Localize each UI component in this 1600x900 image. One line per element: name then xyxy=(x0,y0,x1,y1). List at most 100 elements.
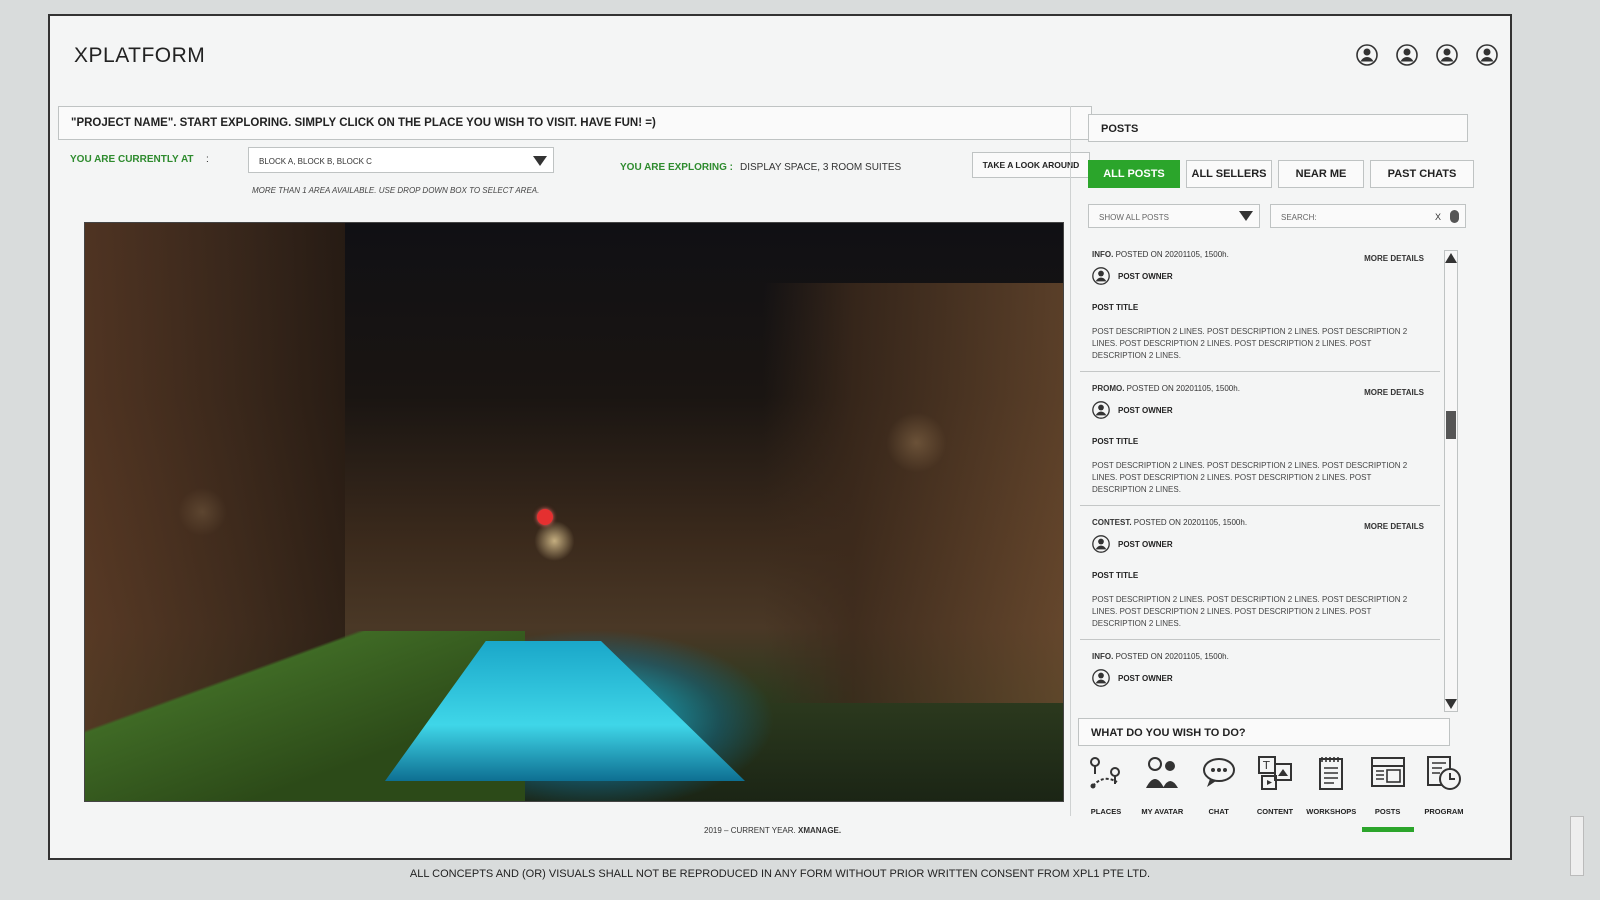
posts-feed: INFO. POSTED ON 20201105, 1500h. MORE DE… xyxy=(1080,242,1440,712)
tab-all-sellers[interactable]: ALL SELLERS xyxy=(1186,160,1272,188)
post-type: PROMO. xyxy=(1092,384,1125,393)
post-owner-row: POST OWNER xyxy=(1092,669,1428,687)
scroll-down-icon[interactable] xyxy=(1445,699,1457,709)
posts-search-input[interactable]: SEARCH: X xyxy=(1270,204,1466,228)
action-content[interactable]: T CONTENT xyxy=(1249,754,1301,828)
user-icon[interactable] xyxy=(1356,44,1378,66)
user-icon xyxy=(1092,669,1110,687)
user-icon xyxy=(1092,267,1110,285)
post-item[interactable]: INFO. POSTED ON 20201105, 1500h. POST OW… xyxy=(1080,644,1440,712)
more-details-link[interactable]: MORE DETAILS xyxy=(1364,522,1424,531)
post-date: POSTED ON 20201105, 1500h. xyxy=(1113,250,1229,259)
post-date: POSTED ON 20201105, 1500h. xyxy=(1124,384,1240,393)
posts-icon xyxy=(1370,757,1405,787)
action-bar: PLACES MY AVATAR CHAT T CONTENT WORKSHOP… xyxy=(1080,754,1470,832)
action-label: MY AVATAR xyxy=(1141,807,1184,816)
svg-text:T: T xyxy=(1262,759,1270,772)
user-icon xyxy=(1092,401,1110,419)
action-program[interactable]: PROGRAM xyxy=(1418,754,1470,828)
user-icon[interactable] xyxy=(1436,44,1458,66)
footer-year: 2019 – CURRENT YEAR. XMANAGE. xyxy=(704,826,841,835)
exploring-value: DISPLAY SPACE, 3 ROOM SUITES xyxy=(740,162,902,173)
post-type: INFO. xyxy=(1092,250,1114,259)
welcome-banner: "PROJECT NAME". START EXPLORING. SIMPLY … xyxy=(58,106,1092,140)
window-scrollbar[interactable] xyxy=(1570,816,1584,876)
tab-past-chats[interactable]: PAST CHATS xyxy=(1370,160,1474,188)
posts-filter-value: SHOW ALL POSTS xyxy=(1099,213,1169,222)
action-label: POSTS xyxy=(1374,807,1401,816)
area-select-hint: MORE THAN 1 AREA AVAILABLE. USE DROP DOW… xyxy=(252,186,540,195)
post-title: POST TITLE xyxy=(1092,437,1139,446)
action-my-avatar[interactable]: MY AVATAR xyxy=(1136,754,1188,828)
post-type: INFO. xyxy=(1092,652,1114,661)
chevron-down-icon[interactable] xyxy=(533,156,547,166)
tab-near-me[interactable]: NEAR ME xyxy=(1278,160,1364,188)
posts-scrollbar[interactable] xyxy=(1444,250,1458,712)
avatar-icon xyxy=(1146,757,1179,788)
current-location-label: YOU ARE CURRENTLY AT xyxy=(70,154,194,165)
workshops-icon xyxy=(1319,757,1344,790)
post-owner[interactable]: POST OWNER xyxy=(1118,540,1173,549)
posts-tabs: ALL POSTS ALL SELLERS NEAR ME PAST CHATS xyxy=(1088,160,1474,188)
search-icon[interactable] xyxy=(1450,210,1459,223)
post-owner[interactable]: POST OWNER xyxy=(1118,406,1173,415)
more-details-link[interactable]: MORE DETAILS xyxy=(1364,388,1424,397)
action-workshops[interactable]: WORKSHOPS xyxy=(1305,754,1357,828)
post-owner-row: POST OWNER xyxy=(1092,401,1428,419)
post-meta: INFO. POSTED ON 20201105, 1500h. xyxy=(1092,652,1428,661)
location-colon: : xyxy=(206,154,209,165)
search-placeholder: SEARCH: xyxy=(1281,213,1317,222)
post-item[interactable]: INFO. POSTED ON 20201105, 1500h. MORE DE… xyxy=(1080,242,1440,372)
user-icon[interactable] xyxy=(1476,44,1498,66)
header-user-icons xyxy=(1356,44,1498,66)
action-label: PLACES xyxy=(1090,807,1122,816)
footer-year-text: 2019 – CURRENT YEAR. xyxy=(704,826,796,835)
wish-header: WHAT DO YOU WISH TO DO? xyxy=(1078,718,1450,746)
user-icon[interactable] xyxy=(1396,44,1418,66)
action-label: PROGRAM xyxy=(1424,807,1464,816)
area-select-value: BLOCK A, BLOCK B, BLOCK C xyxy=(259,157,372,166)
content-icon: T xyxy=(1257,756,1292,790)
action-label: WORKSHOPS xyxy=(1306,807,1357,816)
exploring-label: YOU ARE EXPLORING : xyxy=(620,162,733,173)
user-icon xyxy=(1092,535,1110,553)
post-owner-row: POST OWNER xyxy=(1092,267,1428,285)
action-label: CHAT xyxy=(1208,807,1229,816)
post-title: POST TITLE xyxy=(1092,303,1139,312)
program-icon xyxy=(1426,756,1461,790)
more-details-link[interactable]: MORE DETAILS xyxy=(1364,254,1424,263)
search-clear-button[interactable]: X xyxy=(1435,212,1441,222)
app-frame: XPLATFORM "PROJECT NAME". START EXPLORIN… xyxy=(48,14,1512,860)
copyright-notice: ALL CONCEPTS AND (OR) VISUALS SHALL NOT … xyxy=(409,868,1151,880)
scroll-up-icon[interactable] xyxy=(1445,253,1457,263)
chevron-down-icon[interactable] xyxy=(1239,211,1253,221)
post-owner[interactable]: POST OWNER xyxy=(1118,674,1173,683)
posts-header: POSTS xyxy=(1088,114,1468,142)
resort-scene-image[interactable] xyxy=(84,222,1064,802)
panel-divider xyxy=(1070,106,1071,816)
take-a-look-around-button[interactable]: TAKE A LOOK AROUND xyxy=(972,152,1090,178)
chat-icon xyxy=(1202,758,1235,787)
post-item[interactable]: PROMO. POSTED ON 20201105, 1500h. MORE D… xyxy=(1080,376,1440,506)
action-chat[interactable]: CHAT xyxy=(1193,754,1245,828)
post-date: POSTED ON 20201105, 1500h. xyxy=(1131,518,1248,527)
tab-all-posts[interactable]: ALL POSTS xyxy=(1088,160,1180,188)
action-posts[interactable]: POSTS xyxy=(1361,754,1414,832)
post-description: POST DESCRIPTION 2 LINES. POST DESCRIPTI… xyxy=(1092,461,1408,494)
app-logo: XPLATFORM xyxy=(74,44,206,67)
places-icon xyxy=(1090,757,1120,789)
location-marker[interactable] xyxy=(537,509,553,525)
action-places[interactable]: PLACES xyxy=(1080,754,1132,828)
post-title: POST TITLE xyxy=(1092,571,1139,580)
post-owner[interactable]: POST OWNER xyxy=(1118,272,1173,281)
post-owner-row: POST OWNER xyxy=(1092,535,1428,553)
post-type: CONTEST. xyxy=(1092,518,1132,527)
action-label: CONTENT xyxy=(1256,807,1294,816)
posts-filter-select[interactable]: SHOW ALL POSTS xyxy=(1088,204,1260,228)
post-date: POSTED ON 20201105, 1500h. xyxy=(1113,652,1229,661)
area-select[interactable]: BLOCK A, BLOCK B, BLOCK C xyxy=(248,147,554,173)
post-description: POST DESCRIPTION 2 LINES. POST DESCRIPTI… xyxy=(1092,595,1408,628)
scroll-thumb[interactable] xyxy=(1446,411,1456,439)
post-item[interactable]: CONTEST. POSTED ON 20201105, 1500h. MORE… xyxy=(1080,510,1440,640)
post-description: POST DESCRIPTION 2 LINES. POST DESCRIPTI… xyxy=(1092,327,1408,360)
